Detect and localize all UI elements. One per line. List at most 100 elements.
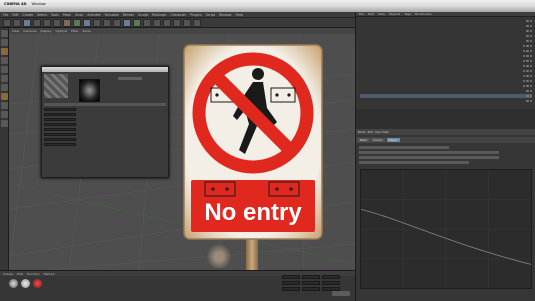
dialog-field[interactable] [44,108,76,111]
object-row[interactable] [360,89,532,93]
tab-object[interactable]: Object [386,138,400,142]
object-row[interactable] [360,59,532,63]
workplane-icon[interactable] [1,57,8,64]
deformer-icon[interactable] [163,19,171,27]
dialog-field[interactable] [44,133,76,136]
om-menu-view[interactable]: View [378,12,385,16]
menu-mograph[interactable]: MoGraph [152,13,166,17]
om-menu-file[interactable]: File [359,12,364,16]
menu-character[interactable]: Character [171,13,187,17]
attr-menu-user-data[interactable]: User Data [375,130,389,134]
render-settings-icon[interactable] [113,19,121,27]
object-row[interactable] [360,34,532,38]
menu-create[interactable]: Create [23,13,34,17]
om-menu-tags[interactable]: Tags [404,12,411,16]
object-row[interactable] [360,29,532,33]
z-axis-icon[interactable] [83,19,91,27]
mat-menu-function[interactable]: Function [27,272,40,276]
live-select-icon[interactable] [23,19,31,27]
coord-field[interactable] [322,281,340,285]
menu-file[interactable]: File [3,13,8,17]
viewport-menu-view[interactable]: View [12,29,19,33]
menu-sculpt[interactable]: Sculpt [138,13,148,17]
menu-select[interactable]: Select [37,13,47,17]
dialog-field[interactable] [44,118,76,121]
mat-menu-create[interactable]: Create [3,272,13,276]
edges-mode-icon[interactable] [1,75,8,82]
viewport-menu-filter[interactable]: Filter [71,29,78,33]
camera-icon[interactable] [183,19,191,27]
dialog-field[interactable] [44,143,76,146]
menu-window[interactable]: Window [219,13,232,17]
object-row[interactable] [360,44,532,48]
object-row[interactable] [360,49,532,53]
dialog-tabs[interactable] [44,103,166,106]
dialog-field[interactable] [44,113,76,116]
undo-icon[interactable] [3,19,11,27]
object-row[interactable] [360,69,532,73]
dialog-button[interactable] [118,77,142,80]
attr-slider[interactable] [359,151,499,154]
material-editor-dialog[interactable] [41,66,169,178]
no-entry-sign[interactable]: No entry [183,44,323,240]
menu-plugins[interactable]: Plugins [190,13,201,17]
material-swatch[interactable] [33,279,42,288]
object-row[interactable] [360,74,532,78]
tab-basic[interactable]: Basic [358,138,370,142]
menu-render[interactable]: Render [123,13,134,17]
viewport-menu-options[interactable]: Options [56,29,68,33]
window-menu[interactable]: Window [32,2,46,6]
model-mode-icon[interactable] [1,39,8,46]
coord-field[interactable] [302,287,320,291]
attribute-manager[interactable]: Mode Edit User Data Basic Coord. Object [356,129,535,301]
object-row[interactable] [360,79,532,83]
menu-edit[interactable]: Edit [12,13,18,17]
material-swatch[interactable] [21,279,30,288]
attr-slider[interactable] [359,161,469,164]
menu-snap[interactable]: Snap [75,13,83,17]
menu-simulate[interactable]: Simulate [105,13,119,17]
apply-button[interactable] [332,291,350,296]
locked-workplane-icon[interactable] [1,120,8,127]
render-picture-viewer-icon[interactable] [103,19,111,27]
mat-menu-edit[interactable]: Edit [17,272,23,276]
attr-menu-edit[interactable]: Edit [368,130,373,134]
viewport-menu-display[interactable]: Display [40,29,51,33]
app-menu[interactable]: CINEMA 4D [4,2,27,6]
polygons-mode-icon[interactable] [1,84,8,91]
om-menu-edit[interactable]: Edit [368,12,374,16]
viewport-menu-panel[interactable]: Panel [83,29,91,33]
scale-icon[interactable] [43,19,51,27]
axis-mode-icon[interactable] [1,93,8,100]
floor-icon[interactable] [173,19,181,27]
texture-mode-icon[interactable] [1,48,8,55]
tweak-mode-icon[interactable] [1,102,8,109]
object-row[interactable] [360,19,532,23]
menu-mesh[interactable]: Mesh [63,13,71,17]
points-mode-icon[interactable] [1,66,8,73]
om-menu-bookmarks[interactable]: Bookmarks [415,12,432,16]
make-editable-icon[interactable] [1,30,8,37]
coord-field[interactable] [302,281,320,285]
dialog-field[interactable] [44,138,76,141]
object-row[interactable] [360,94,532,98]
mat-menu-texture[interactable]: Texture [44,272,55,276]
coord-field[interactable] [282,281,300,285]
menu-help[interactable]: Help [236,13,243,17]
move-icon[interactable] [33,19,41,27]
object-row[interactable] [360,64,532,68]
subdivision-icon[interactable] [143,19,151,27]
object-row[interactable] [360,24,532,28]
menu-animate[interactable]: Animate [87,13,100,17]
menu-tools[interactable]: Tools [51,13,59,17]
coord-field[interactable] [302,275,320,279]
coord-field[interactable] [322,275,340,279]
attr-slider[interactable] [359,156,499,159]
object-row[interactable] [360,99,532,103]
coord-field[interactable] [282,287,300,291]
material-swatch[interactable] [9,279,18,288]
array-icon[interactable] [153,19,161,27]
attr-slider[interactable] [359,146,449,149]
spline-curve-editor[interactable] [360,169,532,289]
pen-icon[interactable] [133,19,141,27]
